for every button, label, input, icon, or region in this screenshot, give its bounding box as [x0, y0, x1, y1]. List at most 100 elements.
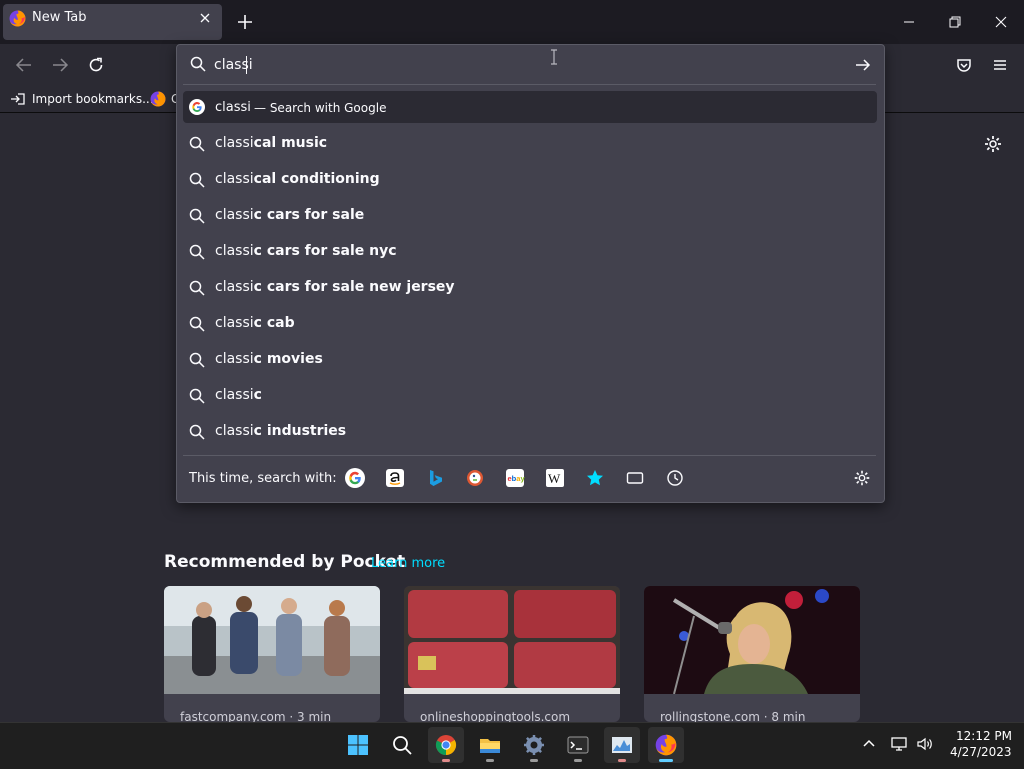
suggestion-text: classic cab — [215, 315, 295, 331]
taskbar-terminal[interactable] — [560, 727, 596, 763]
firefox-icon — [9, 10, 26, 27]
one-off-divider — [183, 455, 876, 456]
taskbar-file-explorer[interactable] — [472, 727, 508, 763]
history-icon[interactable] — [665, 468, 685, 488]
network-icon[interactable] — [890, 735, 908, 753]
search-icon — [189, 352, 205, 368]
first-row-action: — Search with Google — [254, 101, 387, 115]
google-icon — [189, 99, 205, 115]
suggestion-text: classic cars for sale — [215, 207, 364, 223]
suggestion-completion: c movies — [253, 351, 323, 367]
suggestion-text: classic industries — [215, 423, 346, 439]
firefox-icon — [655, 734, 677, 756]
reload-icon[interactable] — [85, 54, 107, 76]
pocket-card[interactable]: onlineshoppingtools.com — [404, 586, 620, 722]
ebay-icon[interactable]: ebay — [505, 468, 525, 488]
suggestion-row[interactable]: classical conditioning — [183, 162, 877, 198]
duckduckgo-icon[interactable] — [465, 468, 485, 488]
file-explorer-icon — [480, 739, 500, 753]
svg-text:W: W — [548, 471, 561, 486]
clock-time[interactable]: 12:12 PM — [956, 729, 1012, 743]
suggestion-completion: cal music — [253, 135, 328, 151]
suggestion-completion: c cab — [253, 315, 295, 331]
card-source: onlineshoppingtools.com — [420, 710, 571, 722]
suggestion-typed: classi — [215, 315, 254, 331]
search-icon — [189, 388, 205, 404]
import-bookmarks-item[interactable]: Import bookmarks... — [10, 90, 154, 108]
suggestion-completion: c cars for sale new jersey — [253, 279, 455, 295]
tabs-icon[interactable] — [625, 468, 645, 488]
suggestion-typed: classi — [215, 387, 254, 403]
back-arrow-icon[interactable] — [12, 54, 36, 76]
text-caret — [246, 56, 247, 74]
card-image — [164, 586, 380, 694]
bing-icon[interactable] — [425, 468, 445, 488]
chevron-up-icon[interactable] — [860, 735, 878, 753]
suggestion-text: classical conditioning — [215, 171, 380, 187]
suggestion-row[interactable]: classic movies — [183, 342, 877, 378]
suggestion-text: classic cars for sale new jersey — [215, 279, 455, 295]
restore-icon[interactable] — [944, 11, 966, 33]
pocket-card[interactable]: rollingstone.com · 8 min — [644, 586, 860, 722]
suggestion-row[interactable]: classic — [183, 378, 877, 414]
learn-more-link[interactable]: Learn more — [371, 556, 445, 571]
suggestion-text: classic — [215, 387, 262, 403]
urlbar-divider — [183, 84, 876, 85]
search-settings-gear-icon[interactable] — [852, 468, 872, 488]
minimize-icon[interactable] — [898, 11, 920, 33]
suggestion-row[interactable]: classic cars for sale nyc — [183, 234, 877, 270]
first-row-query: classi — [215, 100, 251, 115]
bookmarks-star-icon[interactable] — [585, 468, 605, 488]
suggestion-typed: classi — [215, 243, 254, 259]
settings-icon — [524, 735, 544, 755]
pocket-heading: Recommended by Pocket — [164, 552, 406, 572]
suggestion-typed: classi — [215, 207, 254, 223]
tab-title: New Tab — [32, 10, 87, 25]
suggestion-typed: classi — [215, 135, 254, 151]
google-icon[interactable] — [345, 468, 365, 488]
close-tab-icon[interactable] — [196, 9, 214, 27]
suggestion-row[interactable]: classic cab — [183, 306, 877, 342]
suggestion-completion: c — [253, 387, 262, 403]
address-bar-input[interactable] — [214, 54, 814, 76]
svg-text:ebay: ebay — [508, 474, 526, 483]
suggestion-text: classic movies — [215, 351, 323, 367]
import-icon — [10, 91, 26, 107]
suggestion-row[interactable]: classical music — [183, 126, 877, 162]
volume-icon[interactable] — [916, 735, 934, 753]
hamburger-menu-icon[interactable] — [989, 54, 1011, 76]
taskbar-start[interactable] — [340, 727, 376, 763]
suggestion-row[interactable]: classic cars for sale — [183, 198, 877, 234]
search-icon — [189, 424, 205, 440]
close-window-icon[interactable] — [990, 11, 1012, 33]
taskbar-system-monitor[interactable] — [604, 727, 640, 763]
card-image — [404, 586, 620, 694]
suggestion-completion: cal conditioning — [253, 171, 380, 187]
card-image — [644, 586, 860, 694]
new-tab-icon[interactable] — [234, 11, 256, 33]
import-bookmarks-label: Import bookmarks... — [32, 92, 154, 106]
search-icon — [189, 316, 205, 332]
suggestion-typed: classi — [215, 279, 254, 295]
card-source: fastcompany.com · 3 min — [180, 710, 332, 722]
taskbar-search[interactable] — [384, 727, 420, 763]
suggestion-completion: c cars for sale — [253, 207, 365, 223]
clock-date[interactable]: 4/27/2023 — [950, 745, 1012, 759]
pocket-card[interactable]: fastcompany.com · 3 min — [164, 586, 380, 722]
taskbar-firefox[interactable] — [648, 727, 684, 763]
go-arrow-icon[interactable] — [853, 55, 873, 75]
suggestion-typed: classi — [215, 423, 254, 439]
search-icon — [393, 736, 412, 755]
suggestion-completion: c industries — [253, 423, 347, 439]
suggestion-row[interactable]: classic industries — [183, 414, 877, 450]
wikipedia-icon[interactable]: W — [545, 468, 565, 488]
search-icon — [189, 172, 205, 188]
taskbar-settings[interactable] — [516, 727, 552, 763]
suggestion-row[interactable]: classic cars for sale new jersey — [183, 270, 877, 306]
amazon-icon[interactable] — [385, 468, 405, 488]
taskbar-chrome[interactable] — [428, 727, 464, 763]
forward-arrow-icon[interactable] — [48, 54, 72, 76]
pocket-icon[interactable] — [953, 54, 975, 76]
gear-icon[interactable] — [982, 133, 1004, 155]
card-source: rollingstone.com · 8 min — [660, 710, 806, 722]
